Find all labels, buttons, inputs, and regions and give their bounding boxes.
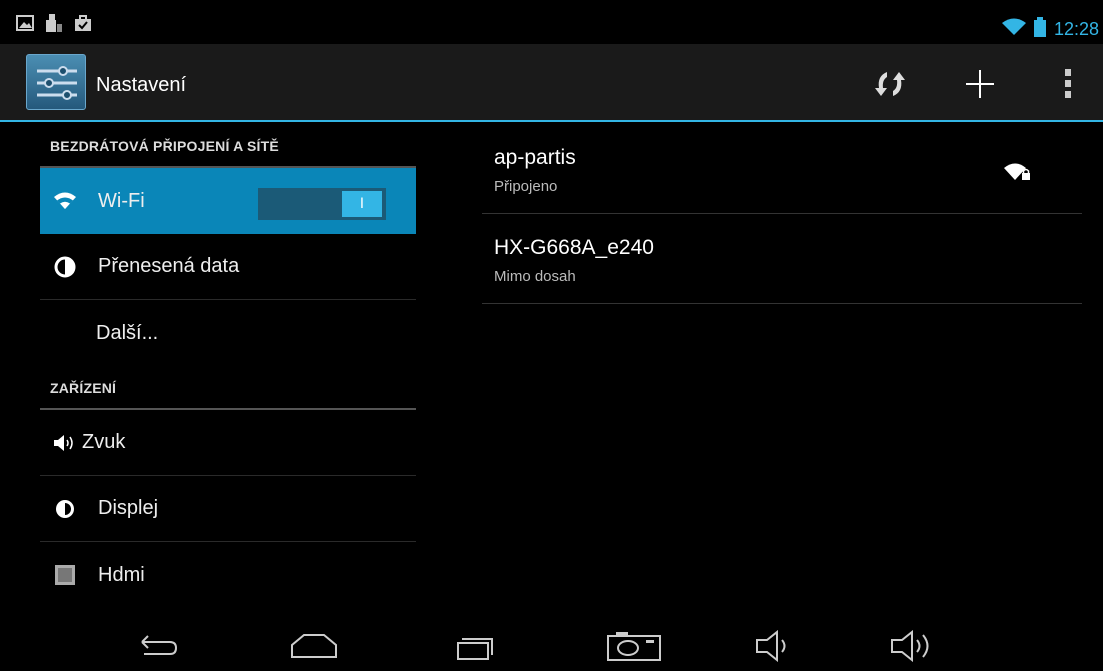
toggle-knob: I [342,191,382,217]
wifi-status-icon [1001,18,1026,40]
back-icon[interactable] [126,626,186,666]
settings-item-label: Wi-Fi [98,189,145,212]
store-notification-icon [74,14,92,36]
wifi-signal-locked-icon [1004,162,1032,186]
wifi-icon [52,188,78,214]
settings-item-display[interactable]: Displej [40,476,416,542]
recent-apps-icon[interactable] [446,626,506,666]
settings-app-icon[interactable] [26,54,86,110]
overflow-menu-icon[interactable] [1048,64,1088,104]
volume-up-icon[interactable] [884,626,944,666]
network-item[interactable]: HX-G668A_e240 Mimo dosah [482,214,1082,304]
network-name: ap-partis [494,146,576,169]
settings-list: BEZDRÁTOVÁ PŘIPOJENÍ A SÍTĚ Wi-Fi I Přen… [40,124,416,622]
screenshot-icon[interactable] [604,626,664,666]
settings-item-hdmi[interactable]: Hdmi [40,542,416,608]
network-status: Mimo dosah [494,268,576,285]
settings-item-label: Displej [98,497,159,519]
network-name: HX-G668A_e240 [494,236,654,259]
scan-wifi-icon[interactable] [870,64,910,104]
data-usage-icon [52,254,78,280]
wifi-toggle[interactable]: I [258,188,386,220]
network-status: Připojeno [494,178,558,195]
wifi-network-list: ap-partis Připojeno HX-G668A_e240 Mimo d… [482,124,1082,304]
section-header-device: ZAŘÍZENÍ [40,366,416,410]
usb-notification-icon [46,14,62,36]
volume-down-icon[interactable] [746,626,806,666]
network-item[interactable]: ap-partis Připojeno [482,124,1082,214]
settings-item-wifi[interactable]: Wi-Fi I [40,168,416,234]
action-bar: Nastavení [0,44,1103,122]
settings-item-label: Zvuk [82,431,126,453]
settings-item-label: Přenesená data [98,255,240,277]
page-title: Nastavení [96,74,187,96]
settings-item-label: Další... [96,321,159,344]
hdmi-icon [52,562,78,588]
display-icon [52,496,78,522]
add-network-icon[interactable] [960,64,1000,104]
section-header-wireless: BEZDRÁTOVÁ PŘIPOJENÍ A SÍTĚ [40,124,416,168]
settings-item-more[interactable]: Další... [40,300,416,366]
settings-item-sound[interactable]: Zvuk [40,410,416,476]
navigation-bar [0,622,1103,671]
battery-icon [1033,17,1046,41]
settings-item-label: Hdmi [98,563,145,586]
clock: 12:28 [1053,18,1099,39]
status-bar: 12:28 [0,0,1103,44]
home-icon[interactable] [284,626,344,666]
settings-item-data-usage[interactable]: Přenesená data [40,234,416,300]
sound-icon [52,430,78,456]
picture-notification-icon [16,15,34,35]
